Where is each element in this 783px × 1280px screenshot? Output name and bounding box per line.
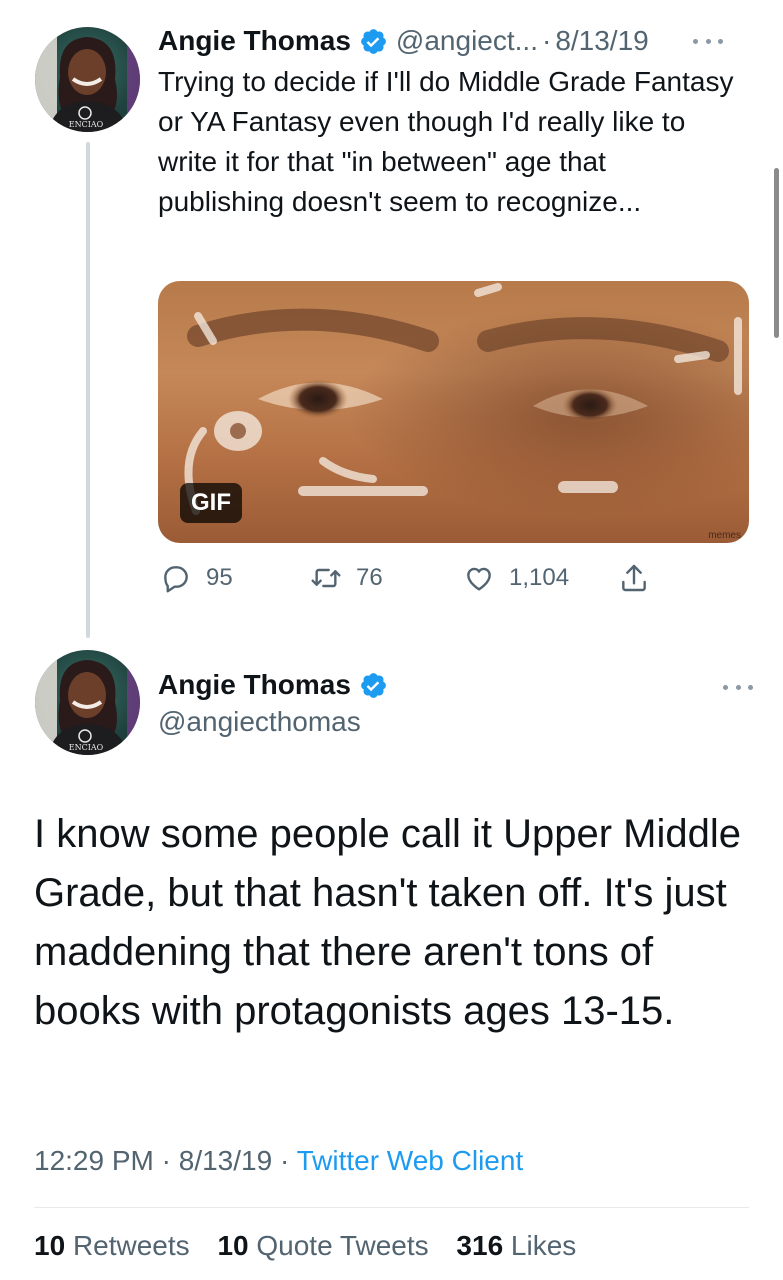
avatar-photo: ENCIAO — [35, 27, 140, 132]
tweet2-author-row: Angie Thomas — [158, 666, 388, 704]
separator-dot: · — [279, 1145, 290, 1176]
more-options-icon[interactable] — [693, 34, 723, 48]
avatar[interactable]: ENCIAO — [35, 27, 140, 132]
tweet1-header: Angie Thomas @angiect... · 8/13/19 — [158, 22, 753, 60]
tweet-metadata: 12:29 PM · 8/13/19 · Twitter Web Client — [34, 1145, 523, 1177]
gif-frame-image — [158, 281, 749, 543]
reply-button[interactable]: 95 — [160, 560, 233, 596]
tweet-date[interactable]: 8/13/19 — [555, 25, 648, 57]
tweet-thread-screen: ENCIAO Angie Thomas @angiect... · 8/13/1… — [0, 0, 783, 1280]
more-options-icon[interactable] — [723, 680, 753, 694]
avatar-photo: ENCIAO — [35, 650, 140, 755]
engagement-stats: 10 Retweets 10 Quote Tweets 316 Likes — [34, 1230, 596, 1262]
author-name[interactable]: Angie Thomas — [158, 669, 351, 701]
like-button[interactable]: 1,104 — [463, 560, 569, 596]
separator-dot: · — [161, 1145, 171, 1176]
retweet-button[interactable]: 76 — [310, 560, 383, 596]
likes-stat[interactable]: 316 Likes — [456, 1230, 576, 1261]
retweet-icon — [311, 568, 341, 588]
like-count: 1,104 — [509, 564, 570, 591]
source-client-link[interactable]: Twitter Web Client — [297, 1145, 524, 1176]
share-button[interactable] — [618, 560, 650, 596]
tweet-gif-media[interactable]: GIF memes — [158, 281, 749, 543]
svg-text:ENCIAO: ENCIAO — [69, 120, 104, 129]
reply-icon — [164, 566, 188, 593]
thread-connector-line — [86, 142, 90, 638]
svg-text:ENCIAO: ENCIAO — [69, 743, 104, 752]
retweet-count: 76 — [356, 564, 383, 591]
heart-icon — [467, 567, 491, 591]
verified-badge-icon — [361, 28, 386, 54]
quote-tweets-stat[interactable]: 10 Quote Tweets — [217, 1230, 428, 1261]
retweets-stat[interactable]: 10 Retweets — [34, 1230, 190, 1261]
reply-count: 95 — [206, 564, 233, 591]
tweet2-text: I know some people call it Upper Middle … — [34, 812, 742, 1033]
tweet1-text: Trying to decide if I'll do Middle Grade… — [158, 66, 734, 217]
divider — [34, 1207, 749, 1208]
tweet-date[interactable]: 8/13/19 — [179, 1145, 272, 1176]
author-name[interactable]: Angie Thomas — [158, 25, 351, 57]
verified-badge-icon — [361, 672, 386, 698]
gif-badge: GIF — [180, 483, 242, 523]
separator-dot: · — [541, 25, 552, 56]
author-handle[interactable]: @angiecthomas — [158, 706, 361, 738]
tweet-time[interactable]: 12:29 PM — [34, 1145, 154, 1176]
scrollbar[interactable] — [774, 168, 779, 338]
author-handle[interactable]: @angiect... — [396, 25, 538, 57]
tweet1-action-bar: 95 76 1,104 — [160, 560, 660, 596]
avatar[interactable]: ENCIAO — [35, 650, 140, 755]
gif-watermark: memes — [708, 530, 741, 541]
share-icon — [622, 564, 646, 592]
